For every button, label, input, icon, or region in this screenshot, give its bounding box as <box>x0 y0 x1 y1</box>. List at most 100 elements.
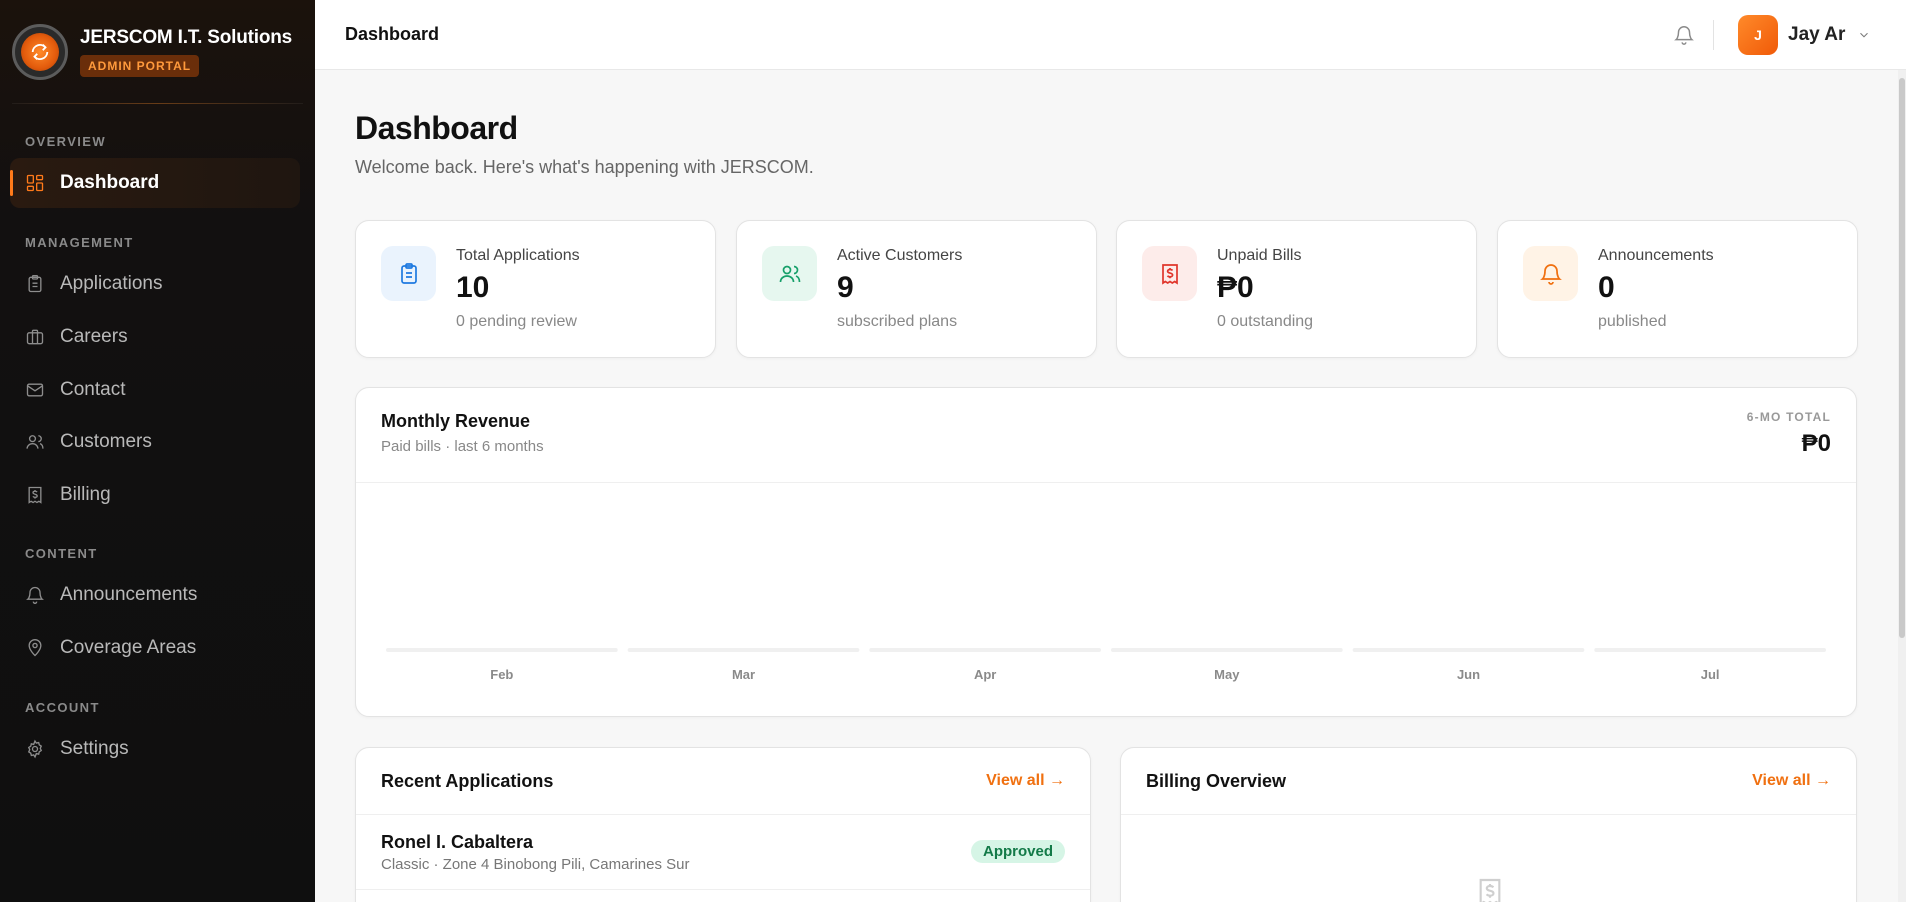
bar-track <box>869 648 1101 652</box>
user-menu-toggle[interactable] <box>1857 28 1871 42</box>
stat-icon-wrap <box>762 246 817 301</box>
section-account: ACCOUNT <box>25 700 100 715</box>
stat-value: 9 <box>837 271 854 304</box>
stat-label: Unpaid Bills <box>1217 247 1302 264</box>
applicant-name: Ronel I. Cabaltera <box>381 832 534 852</box>
stat-icon-wrap <box>1523 246 1578 301</box>
logo <box>12 24 68 80</box>
bar-track <box>627 648 860 652</box>
stat-sub: 0 pending review <box>456 313 577 330</box>
recent-applications-view-all-link[interactable]: View all → <box>986 772 1065 790</box>
logo-mark <box>21 33 59 71</box>
row-divider <box>356 889 1090 890</box>
stat-card-announcements[interactable]: Announcements 0 published <box>1497 220 1858 358</box>
admin-portal-badge: ADMIN PORTAL <box>80 55 200 77</box>
stat-label: Total Applications <box>456 247 580 264</box>
bar-track <box>386 648 618 652</box>
revenue-subtitle: Paid bills · last 6 months <box>381 438 544 455</box>
x-tick-label: May <box>1214 667 1240 682</box>
panel-divider <box>356 814 1090 815</box>
sidebar-item-label: Dashboard <box>60 172 160 193</box>
mail-icon <box>26 383 44 397</box>
x-tick-label: Apr <box>974 667 996 682</box>
stat-value: 0 <box>1598 271 1615 304</box>
chevron-down-icon <box>1860 32 1868 38</box>
billing-overview-card: Billing Overview View all → <box>1120 747 1857 902</box>
gear-icon <box>27 739 43 759</box>
sidebar-item-settings[interactable]: Settings <box>10 724 300 774</box>
sidebar-item-dashboard[interactable]: Dashboard <box>10 158 300 208</box>
users-icon <box>26 435 44 449</box>
bell-icon <box>26 586 44 604</box>
sidebar-item-label: Careers <box>60 326 128 347</box>
sidebar-item-label: Announcements <box>60 584 198 605</box>
section-content: CONTENT <box>25 546 98 561</box>
stat-sub: published <box>1598 313 1667 330</box>
sidebar-item-billing[interactable]: Billing <box>10 470 300 520</box>
clipboard-icon <box>28 275 42 293</box>
recent-applications-title: Recent Applications <box>381 771 554 791</box>
topbar-divider <box>1713 20 1714 50</box>
sidebar-item-label: Customers <box>60 431 152 452</box>
stat-card-active-customers[interactable]: Active Customers 9 subscribed plans <box>736 220 1097 358</box>
stat-label: Active Customers <box>837 247 963 264</box>
sidebar-item-coverage-areas[interactable]: Coverage Areas <box>10 623 300 673</box>
stat-value: 10 <box>456 271 490 304</box>
receipt-icon <box>28 486 42 504</box>
status-badge: Approved <box>970 840 1065 863</box>
page-title: Dashboard <box>355 110 518 146</box>
monthly-revenue-card: Monthly Revenue Paid bills · last 6 mont… <box>355 387 1857 717</box>
bar-track <box>1111 648 1343 652</box>
sidebar-item-contact[interactable]: Contact <box>10 365 300 415</box>
x-tick-label: Feb <box>490 667 513 682</box>
empty-state-icon <box>1474 876 1506 902</box>
sidebar-item-customers[interactable]: Customers <box>10 417 300 467</box>
recent-applications-card: Recent Applications View all → Ronel I. … <box>355 747 1091 902</box>
page-subtitle: Welcome back. Here's what's happening wi… <box>355 157 814 177</box>
stat-card-unpaid-bills[interactable]: Unpaid Bills ₱0 0 outstanding <box>1116 220 1477 358</box>
avatar[interactable]: J <box>1738 15 1778 55</box>
briefcase-icon <box>26 329 44 345</box>
billing-view-all-link[interactable]: View all → <box>1752 772 1831 790</box>
notifications-button[interactable] <box>1673 24 1695 46</box>
sidebar-item-label: Settings <box>60 738 129 759</box>
stat-value: ₱0 <box>1217 271 1254 304</box>
section-management: MANAGEMENT <box>25 235 134 250</box>
revenue-total-value: ₱0 <box>1801 430 1831 457</box>
stat-card-total-applications[interactable]: Total Applications 10 0 pending review <box>355 220 716 358</box>
section-overview: OVERVIEW <box>25 134 107 149</box>
revenue-title: Monthly Revenue <box>381 411 531 431</box>
topbar: Dashboard J Jay Ar <box>315 0 1906 70</box>
stat-sub: 0 outstanding <box>1217 313 1314 330</box>
page-scrollbar-thumb[interactable] <box>1899 78 1905 638</box>
revenue-total-label: 6-MO TOTAL <box>1746 410 1831 424</box>
brand[interactable]: JERSCOM I.T. Solutions ADMIN PORTAL <box>0 0 315 104</box>
x-tick-label: Jun <box>1457 667 1480 682</box>
stat-label: Announcements <box>1598 247 1714 264</box>
topbar-title: Dashboard <box>345 24 440 44</box>
sidebar-item-announcements[interactable]: Announcements <box>10 570 300 620</box>
sidebar-item-careers[interactable]: Careers <box>10 312 300 362</box>
receipt-icon <box>1479 878 1501 902</box>
stat-icon-wrap <box>381 246 436 301</box>
panel-divider <box>1121 814 1856 815</box>
user-name[interactable]: Jay Ar <box>1788 24 1845 46</box>
bar-track <box>1594 648 1826 652</box>
sidebar-item-label: Applications <box>60 273 163 294</box>
map-pin-icon <box>28 639 42 657</box>
users-icon <box>779 265 800 282</box>
clipboard-icon <box>400 262 417 284</box>
receipt-icon <box>1161 263 1178 285</box>
applicant-meta: Classic · Zone 4 Binobong Pili, Camarine… <box>381 856 690 873</box>
stat-sub: subscribed plans <box>837 313 958 330</box>
revenue-chart: Feb Mar Apr May Jun Jul <box>386 648 1826 682</box>
bell-icon <box>1539 263 1562 285</box>
bar-track <box>1352 648 1585 652</box>
x-tick-label: Jul <box>1701 667 1720 682</box>
sidebar-item-applications[interactable]: Applications <box>10 259 300 309</box>
brand-name: JERSCOM I.T. Solutions <box>80 27 293 48</box>
sidebar-item-label: Billing <box>60 484 111 505</box>
bell-icon <box>1674 26 1694 45</box>
grid-icon <box>26 174 44 192</box>
sidebar-item-label: Contact <box>60 379 126 400</box>
